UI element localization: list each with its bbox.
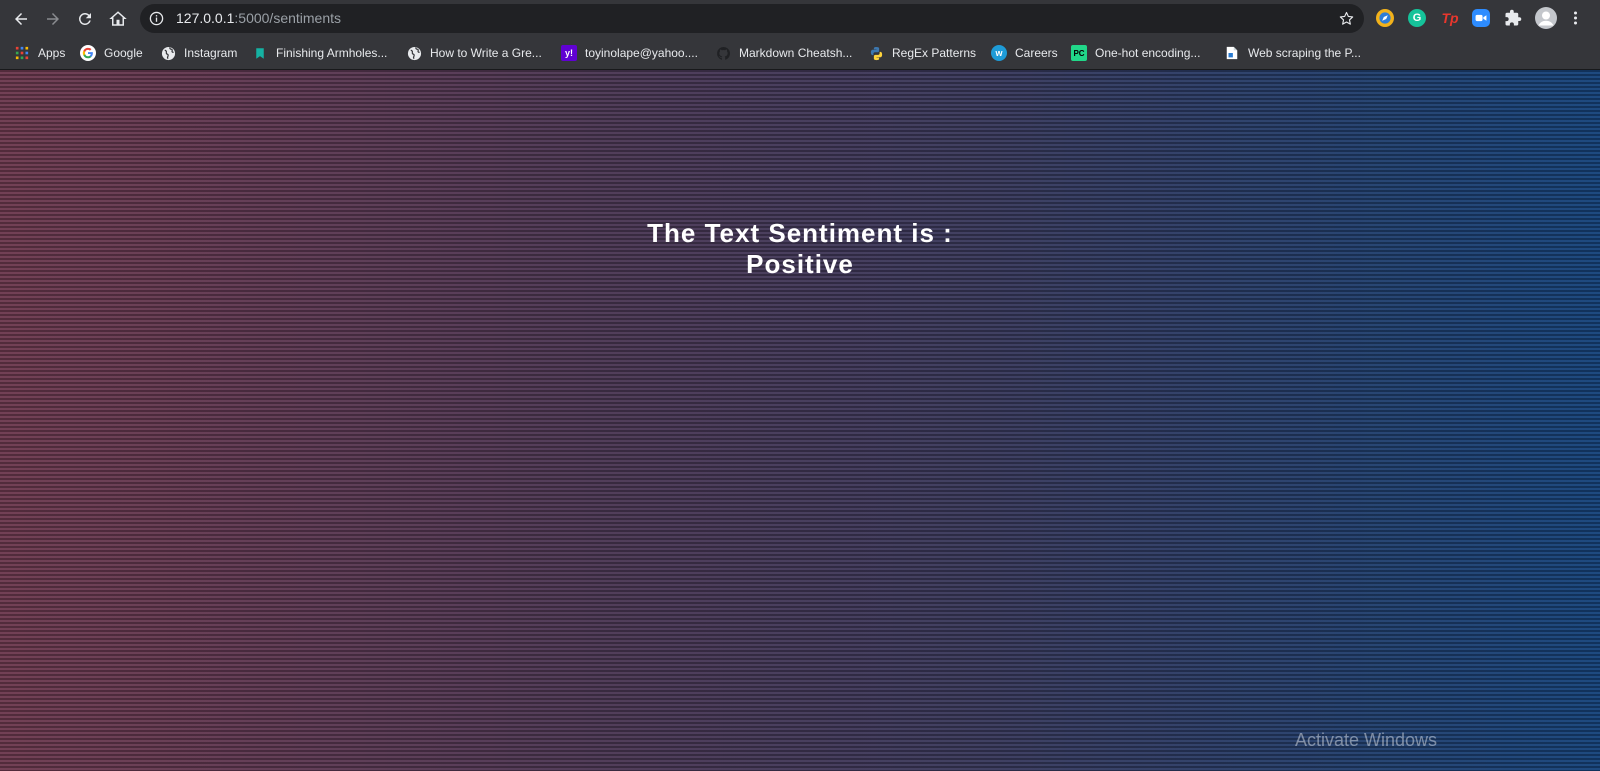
profile-icon[interactable] — [1535, 7, 1557, 29]
bookmark-label: Web scraping the P... — [1248, 46, 1361, 60]
pycharm-icon: PC — [1071, 45, 1087, 61]
activate-windows-watermark: Activate Windows — [1295, 730, 1438, 750]
browser-toolbar: 127.0.0.1:5000/sentiments G Tp — [0, 0, 1600, 37]
tp-icon[interactable]: Tp — [1440, 9, 1460, 27]
menu-icon[interactable] — [1568, 9, 1582, 27]
pycharm-icon-text: PC — [1073, 48, 1085, 58]
document-icon — [1224, 45, 1240, 61]
sentiment-heading: The Text Sentiment is : — [647, 218, 953, 248]
apps-grid-icon — [14, 45, 30, 61]
bookmark-markdown[interactable]: Markdown Cheatsh... — [715, 43, 852, 63]
grammarly-letter: G — [1412, 12, 1422, 24]
bookmark-careers[interactable]: w Careers — [991, 43, 1058, 63]
forward-icon[interactable] — [40, 6, 66, 32]
bookmark-star-icon[interactable] — [1338, 10, 1355, 27]
bookmark-label: Instagram — [184, 46, 238, 60]
bookmark-label: Careers — [1015, 46, 1058, 60]
bookmark-label: toyinolape@yahoo.... — [585, 46, 698, 60]
python-icon — [868, 45, 884, 61]
sentiment-result: The Text Sentiment is : Positive — [0, 218, 1600, 280]
bookmark-label: RegEx Patterns — [892, 46, 977, 60]
home-icon[interactable] — [105, 6, 131, 32]
bookmark-yahoo[interactable]: y! toyinolape@yahoo.... — [561, 43, 698, 63]
bookmark-label: Markdown Cheatsh... — [739, 46, 853, 60]
url-path: :5000/sentiments — [234, 10, 342, 26]
careers-icon-text: w — [995, 48, 1003, 58]
yahoo-icon: y! — [561, 45, 577, 61]
bookmark-google[interactable]: Google — [80, 43, 143, 63]
google-icon — [80, 45, 96, 61]
bookmark-regex[interactable]: RegEx Patterns — [868, 43, 976, 63]
url-text[interactable]: 127.0.0.1:5000/sentiments — [176, 11, 341, 26]
globe-icon — [406, 45, 422, 61]
grammarly-icon[interactable]: G — [1408, 9, 1426, 27]
bookmark-how-to-write[interactable]: How to Write a Gre... — [406, 43, 542, 63]
globe-icon — [160, 45, 176, 61]
reload-icon[interactable] — [72, 6, 98, 32]
zoom-icon[interactable] — [1472, 9, 1490, 27]
bookmark-label: Apps — [38, 46, 66, 60]
site-info-icon[interactable] — [149, 11, 164, 26]
bookmark-label: How to Write a Gre... — [430, 46, 542, 60]
bookmark-label: One-hot encoding... — [1095, 46, 1201, 60]
compass-icon[interactable] — [1376, 9, 1394, 27]
yahoo-icon-text: y! — [564, 48, 573, 58]
bookmark-finishing-armholes[interactable]: Finishing Armholes... — [252, 43, 387, 63]
w-circle-icon: w — [991, 45, 1007, 61]
bookmarks-bar: Apps Google Instagram Finishing Armholes… — [0, 37, 1600, 70]
back-icon[interactable] — [8, 6, 34, 32]
puzzle-icon[interactable] — [1504, 9, 1522, 27]
bookmark-instagram[interactable]: Instagram — [160, 43, 237, 63]
bookmark-ribbon-icon — [252, 45, 268, 61]
tp-letters: Tp — [1441, 10, 1459, 26]
address-bar[interactable]: 127.0.0.1:5000/sentiments — [140, 4, 1364, 33]
bookmark-apps[interactable]: Apps — [14, 43, 65, 63]
url-host: 127.0.0.1 — [176, 10, 235, 26]
bookmark-label: Google — [104, 46, 143, 60]
github-icon — [715, 45, 731, 61]
bookmark-one-hot[interactable]: PC One-hot encoding... — [1071, 43, 1200, 63]
page-content: The Text Sentiment is : Positive Activat… — [0, 70, 1600, 771]
bookmark-web-scraping[interactable]: Web scraping the P... — [1224, 43, 1361, 63]
bookmark-label: Finishing Armholes... — [276, 46, 388, 60]
sentiment-value: Positive — [746, 249, 854, 279]
